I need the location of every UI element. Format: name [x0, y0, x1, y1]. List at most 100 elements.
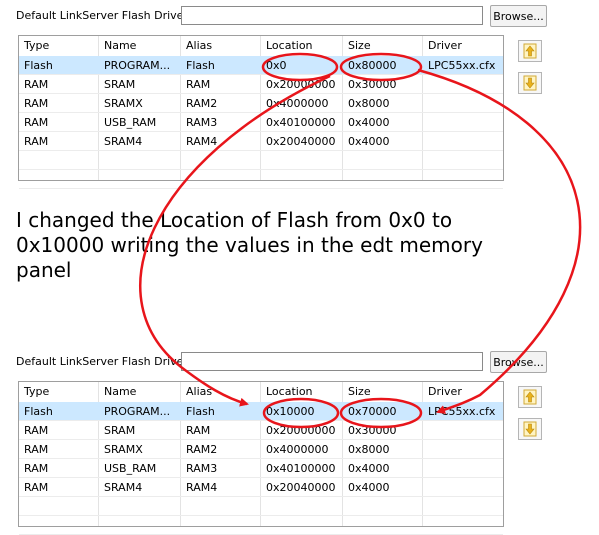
- cell-driver: [423, 478, 503, 497]
- cell-alias: RAM: [186, 424, 211, 437]
- cell-type: RAM: [24, 424, 49, 437]
- column-header-driver[interactable]: Driver: [423, 382, 503, 401]
- move-down-button[interactable]: [518, 72, 542, 94]
- table-header: Type Name Alias Location Size Driver: [19, 382, 503, 402]
- column-header-name[interactable]: Name: [99, 36, 181, 55]
- cell-location[interactable]: 0x10000: [261, 402, 343, 421]
- cell-size[interactable]: 0x4000: [343, 459, 423, 478]
- cell-size[interactable]: 0x8000: [343, 94, 423, 113]
- cell-driver: [423, 421, 503, 440]
- cell-alias: Flash: [186, 405, 215, 418]
- column-header-location[interactable]: Location: [261, 36, 343, 55]
- cell-alias: RAM4: [186, 135, 218, 148]
- cell-type: RAM: [24, 97, 49, 110]
- cell-location[interactable]: 0x20000000: [261, 421, 343, 440]
- cell-location[interactable]: 0x4000000: [261, 94, 343, 113]
- table-row[interactable]: RAM USB_RAM RAM3 0x40100000 0x4000: [19, 459, 503, 478]
- column-header-size[interactable]: Size: [343, 36, 423, 55]
- cell-name: USB_RAM: [104, 462, 157, 475]
- column-header-size[interactable]: Size: [343, 382, 423, 401]
- move-up-icon: [519, 389, 541, 405]
- table-row[interactable]: RAM SRAM RAM 0x20000000 0x30000: [19, 421, 503, 440]
- cell-driver: [423, 132, 503, 151]
- cell-location[interactable]: 0x20040000: [261, 478, 343, 497]
- cell-type: RAM: [24, 462, 49, 475]
- cell-size[interactable]: 0x30000: [343, 75, 423, 94]
- cell-type: RAM: [24, 481, 49, 494]
- row-divider: [19, 515, 503, 516]
- cell-location[interactable]: 0x0: [261, 56, 343, 75]
- cell-alias: Flash: [186, 59, 215, 72]
- column-header-alias[interactable]: Alias: [181, 36, 261, 55]
- cell-driver: [423, 440, 503, 459]
- column-header-alias[interactable]: Alias: [181, 382, 261, 401]
- cell-size[interactable]: 0x8000: [343, 440, 423, 459]
- row-divider: [19, 169, 503, 170]
- cell-size[interactable]: 0x70000: [343, 402, 423, 421]
- cell-driver: [423, 459, 503, 478]
- cell-name: SRAM4: [104, 481, 143, 494]
- cell-name: SRAM: [104, 424, 136, 437]
- flash-driver-label: Default LinkServer Flash Driver: [16, 355, 188, 368]
- cell-type: RAM: [24, 116, 49, 129]
- row-divider: [19, 188, 503, 189]
- cell-size[interactable]: 0x80000: [343, 56, 423, 75]
- table-row[interactable]: RAM SRAMX RAM2 0x4000000 0x8000: [19, 94, 503, 113]
- cell-driver: [423, 75, 503, 94]
- cell-name: SRAMX: [104, 443, 143, 456]
- cell-type: Flash: [24, 59, 53, 72]
- table-row[interactable]: RAM SRAM RAM 0x20000000 0x30000: [19, 75, 503, 94]
- table-row[interactable]: RAM USB_RAM RAM3 0x40100000 0x4000: [19, 113, 503, 132]
- cell-alias: RAM3: [186, 116, 218, 129]
- row-divider: [19, 150, 503, 151]
- memory-table: Type Name Alias Location Size Driver Flash PROG…: [18, 381, 504, 535]
- move-up-button[interactable]: [518, 386, 542, 408]
- table-row[interactable]: RAM SRAM4 RAM4 0x20040000 0x4000: [19, 478, 503, 497]
- cell-size[interactable]: 0x4000: [343, 132, 423, 151]
- cell-alias: RAM2: [186, 443, 218, 456]
- cell-alias: RAM2: [186, 97, 218, 110]
- column-header-type[interactable]: Type: [19, 382, 99, 401]
- cell-location[interactable]: 0x4000000: [261, 440, 343, 459]
- cell-location[interactable]: 0x40100000: [261, 459, 343, 478]
- annotation-text: I changed the Location of Flash from 0x0…: [16, 208, 483, 282]
- table-row[interactable]: RAM SRAMX RAM2 0x4000000 0x8000: [19, 440, 503, 459]
- browse-button[interactable]: Browse...: [490, 5, 547, 27]
- cell-name: PROGRAM...: [104, 405, 171, 418]
- move-down-icon: [519, 75, 541, 91]
- cell-name: PROGRAM...: [104, 59, 171, 72]
- column-header-driver[interactable]: Driver: [423, 36, 503, 55]
- cell-size[interactable]: 0x30000: [343, 421, 423, 440]
- cell-driver: [423, 94, 503, 113]
- move-down-button[interactable]: [518, 418, 542, 440]
- flash-driver-label: Default LinkServer Flash Driver: [16, 9, 188, 22]
- cell-name: SRAM: [104, 78, 136, 91]
- table-row-selected[interactable]: Flash PROGRAM... Flash 0x0 0x80000 LPC55xx.cf…: [19, 56, 503, 75]
- browse-button[interactable]: Browse...: [490, 351, 547, 373]
- move-down-icon: [519, 421, 541, 437]
- column-header-name[interactable]: Name: [99, 382, 181, 401]
- cell-location[interactable]: 0x20040000: [261, 132, 343, 151]
- cell-alias: RAM3: [186, 462, 218, 475]
- move-up-button[interactable]: [518, 40, 542, 62]
- memory-panel-before: Default LinkServer Flash Driver Browse..…: [0, 0, 599, 189]
- table-row-selected[interactable]: Flash PROGRAM... Flash 0x10000 0x70000 LPC55x…: [19, 402, 503, 421]
- move-up-icon: [519, 43, 541, 59]
- table-row[interactable]: RAM SRAM4 RAM4 0x20040000 0x4000: [19, 132, 503, 151]
- table-header: Type Name Alias Location Size Driver: [19, 36, 503, 56]
- cell-alias: RAM4: [186, 481, 218, 494]
- cell-size[interactable]: 0x4000: [343, 113, 423, 132]
- column-header-type[interactable]: Type: [19, 36, 99, 55]
- cell-driver: [423, 113, 503, 132]
- cell-size[interactable]: 0x4000: [343, 478, 423, 497]
- cell-type: Flash: [24, 405, 53, 418]
- cell-type: RAM: [24, 135, 49, 148]
- flash-driver-field[interactable]: [181, 352, 483, 371]
- row-divider: [19, 496, 503, 497]
- cell-driver: LPC55xx.cfx: [428, 59, 496, 72]
- cell-location[interactable]: 0x40100000: [261, 113, 343, 132]
- cell-name: SRAM4: [104, 135, 143, 148]
- flash-driver-field[interactable]: [181, 6, 483, 25]
- column-header-location[interactable]: Location: [261, 382, 343, 401]
- cell-location[interactable]: 0x20000000: [261, 75, 343, 94]
